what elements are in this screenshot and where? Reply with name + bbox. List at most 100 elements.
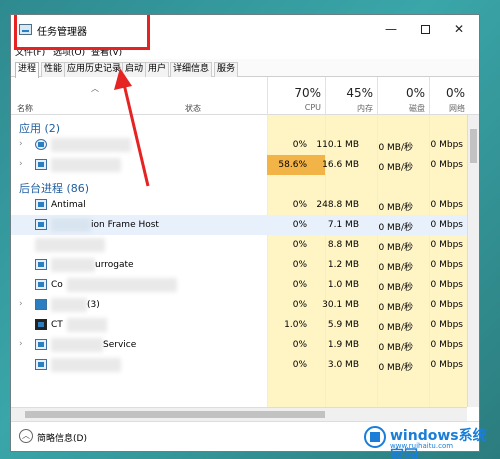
table-row-selected[interactable]: ion Frame Host 0% 7.1 MB 0 MB/秒 0 Mbps xyxy=(11,215,469,235)
redacted-name xyxy=(51,298,87,312)
column-header-row: ︿ 名称 状态 70% CPU 45% 内存 0% 磁盘 0% 网络 xyxy=(11,77,479,115)
memory-value: 1.0 MB xyxy=(327,280,359,290)
cpu-value: 0% xyxy=(292,200,307,210)
cpu-value: 0% xyxy=(292,260,307,270)
table-row[interactable]: CT 1.0% 5.9 MB 0 MB/秒 0 Mbps xyxy=(11,315,469,335)
network-label: 网络 xyxy=(449,104,465,113)
process-icon xyxy=(35,359,47,370)
cpu-value: 0% xyxy=(292,140,307,150)
memory-label: 内存 xyxy=(357,104,373,113)
process-icon xyxy=(35,259,47,270)
table-row[interactable]: › (3) 0% 30.1 MB 0 MB/秒 0 Mbps xyxy=(11,295,469,315)
disk-value: 0 MB/秒 xyxy=(378,303,413,313)
network-value: 0 Mbps xyxy=(430,280,463,290)
minimize-button[interactable]: — xyxy=(375,15,407,43)
maximize-icon xyxy=(420,25,430,34)
group-title-apps: 应用 (2) xyxy=(19,122,61,135)
vertical-scroll-thumb[interactable] xyxy=(470,129,477,163)
expand-chevron-icon[interactable]: › xyxy=(19,339,23,349)
tab-processes[interactable]: 进程 xyxy=(15,62,40,78)
redacted-name xyxy=(51,158,121,172)
group-header-background: 后台进程 (86) xyxy=(11,175,469,195)
column-header-disk[interactable]: 0% 磁盘 xyxy=(377,77,429,115)
table-row[interactable]: 0% 3.0 MB 0 MB/秒 0 Mbps xyxy=(11,355,469,375)
process-icon xyxy=(35,279,47,290)
watermark-logo-icon xyxy=(364,426,386,448)
tab-app-history[interactable]: 应用历史记录 xyxy=(64,62,125,77)
memory-value: 3.0 MB xyxy=(327,360,359,370)
network-value: 0 Mbps xyxy=(430,160,463,170)
tab-services[interactable]: 服务 xyxy=(214,62,239,77)
memory-value: 16.6 MB xyxy=(322,160,359,170)
column-header-status[interactable]: 状态 xyxy=(185,103,201,114)
process-name: (3) xyxy=(87,300,100,310)
network-value: 0 Mbps xyxy=(430,260,463,270)
disk-value: 0 MB/秒 xyxy=(378,363,413,373)
table-row[interactable]: Antimal 0% 248.8 MB 0 MB/秒 0 Mbps xyxy=(11,195,469,215)
process-name: urrogate xyxy=(95,260,134,270)
table-row[interactable]: › Service 0% 1.9 MB 0 MB/秒 0 Mbps xyxy=(11,335,469,355)
disk-value: 0 MB/秒 xyxy=(378,323,413,333)
collapse-chevron-icon[interactable]: ︿ xyxy=(19,429,33,443)
process-icon xyxy=(35,199,47,210)
cpu-value: 0% xyxy=(292,300,307,310)
expand-chevron-icon[interactable]: › xyxy=(19,139,23,149)
network-value: 0 Mbps xyxy=(430,340,463,350)
cpu-value: 0% xyxy=(292,220,307,230)
redacted-name xyxy=(51,138,131,152)
terminal-icon xyxy=(35,319,47,330)
tab-startup[interactable]: 启动 xyxy=(122,62,147,77)
network-value: 0 Mbps xyxy=(430,320,463,330)
network-value: 0 Mbps xyxy=(430,240,463,250)
cpu-total: 70% xyxy=(294,86,321,100)
cpu-value: 1.0% xyxy=(284,320,307,330)
tab-bar: 进程 性能 应用历史记录 启动 用户 详细信息 服务 xyxy=(11,59,479,78)
disk-value: 0 MB/秒 xyxy=(378,343,413,353)
horizontal-scroll-thumb[interactable] xyxy=(25,411,325,418)
table-row[interactable]: 0% 8.8 MB 0 MB/秒 0 Mbps xyxy=(11,235,469,255)
vertical-scrollbar[interactable] xyxy=(467,115,479,407)
cpu-value: 0% xyxy=(292,360,307,370)
network-total: 0% xyxy=(445,86,465,100)
cpu-value: 0% xyxy=(292,340,307,350)
memory-value: 5.9 MB xyxy=(327,320,359,330)
memory-total: 45% xyxy=(346,86,373,100)
column-header-name[interactable]: 名称 xyxy=(17,103,33,114)
tab-users[interactable]: 用户 xyxy=(145,62,170,77)
table-row[interactable]: Co 0% 1.0 MB 0 MB/秒 0 Mbps xyxy=(11,275,469,295)
redacted-name xyxy=(51,218,91,232)
table-row[interactable]: › 0% 110.1 MB 0 MB/秒 0 Mbps xyxy=(11,135,469,155)
network-value: 0 Mbps xyxy=(430,220,463,230)
close-button[interactable]: ✕ xyxy=(443,15,475,43)
disk-value: 0 MB/秒 xyxy=(378,243,413,253)
fewer-details-button[interactable]: 简略信息(D) xyxy=(37,431,87,444)
column-header-network[interactable]: 0% 网络 xyxy=(429,77,469,115)
expand-chevron-icon[interactable]: › xyxy=(19,299,23,309)
redacted-name xyxy=(51,338,103,352)
watermark: windows系统家园 www.ruihaitu.com xyxy=(364,422,494,459)
disk-label: 磁盘 xyxy=(409,104,425,113)
table-row[interactable]: urrogate 0% 1.2 MB 0 MB/秒 0 Mbps xyxy=(11,255,469,275)
sort-chevron-icon[interactable]: ︿ xyxy=(91,83,99,94)
tab-performance[interactable]: 性能 xyxy=(41,62,66,77)
column-header-memory[interactable]: 45% 内存 xyxy=(325,77,377,115)
table-row[interactable]: › 58.6% 16.6 MB 0 MB/秒 0 Mbps xyxy=(11,155,469,175)
column-header-cpu[interactable]: 70% CPU xyxy=(267,77,325,115)
expand-chevron-icon[interactable]: › xyxy=(19,159,23,169)
maximize-button[interactable] xyxy=(409,15,441,43)
process-name: Service xyxy=(103,340,137,350)
horizontal-scrollbar[interactable] xyxy=(11,407,467,421)
cpu-value: 0% xyxy=(292,240,307,250)
redacted-name xyxy=(67,318,107,332)
tab-details[interactable]: 详细信息 xyxy=(170,62,213,77)
process-name: ion Frame Host xyxy=(91,220,159,230)
cpu-value: 0% xyxy=(292,280,307,290)
watermark-url: www.ruihaitu.com xyxy=(390,442,454,450)
process-name: CT xyxy=(51,320,63,330)
disk-total: 0% xyxy=(405,86,425,100)
task-manager-window: 任务管理器 — ✕ 文件(F) 选项(O) 查看(V) 进程 性能 应用历史记录… xyxy=(10,14,480,452)
network-value: 0 Mbps xyxy=(430,360,463,370)
edge-browser-icon xyxy=(35,139,47,150)
disk-value: 0 MB/秒 xyxy=(378,203,413,213)
memory-value: 248.8 MB xyxy=(316,200,359,210)
